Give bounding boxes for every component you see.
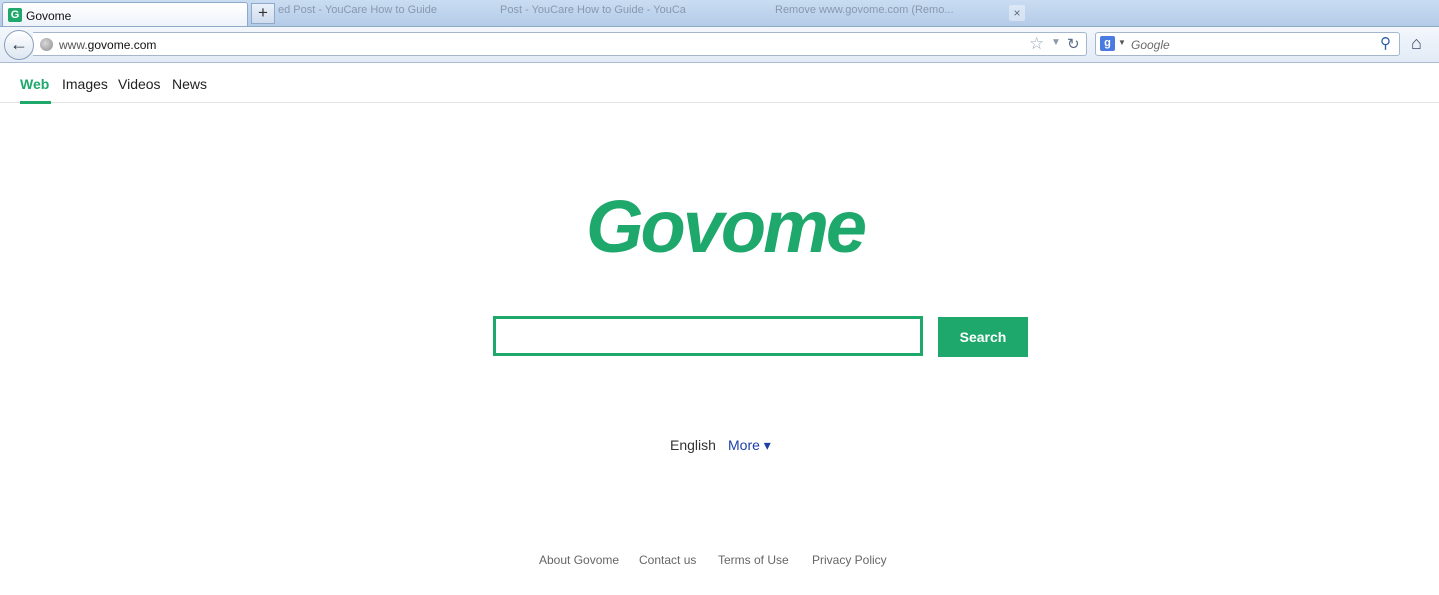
footer-link-contact[interactable]: Contact us [639, 553, 696, 567]
url-domain: govome.com [87, 38, 157, 52]
url-text[interactable]: www.govome.com [59, 38, 156, 52]
tab-strip: G Govome + ed Post - YouCare How to Guid… [0, 0, 1439, 27]
globe-icon [40, 38, 53, 51]
new-tab-button[interactable]: + [251, 3, 275, 24]
background-tab[interactable]: Post - YouCare How to Guide - YouCa [500, 4, 720, 24]
tab-news[interactable]: News [172, 76, 207, 92]
url-bar[interactable]: www.govome.com ☆ ▼ ↻ [33, 32, 1087, 56]
tab-govome[interactable]: G Govome [2, 2, 248, 26]
search-icon[interactable]: ⚲ [1380, 34, 1391, 52]
footer-link-terms[interactable]: Terms of Use [718, 553, 789, 567]
search-category-nav: Web Images Videos News [0, 63, 1439, 103]
search-input[interactable] [493, 316, 923, 356]
govome-logo: Govome [586, 185, 867, 268]
reload-icon[interactable]: ↻ [1067, 35, 1080, 53]
url-prefix: www. [59, 38, 88, 52]
navigation-bar: www.govome.com ☆ ▼ ↻ ← g ▼ Google ⚲ ⌂ [0, 27, 1439, 63]
home-icon[interactable]: ⌂ [1411, 33, 1422, 54]
tab-title: Govome [26, 9, 72, 23]
browser-search-bar[interactable]: g ▼ Google ⚲ [1095, 32, 1400, 56]
footer-link-privacy[interactable]: Privacy Policy [812, 553, 887, 567]
govome-favicon-icon: G [8, 8, 22, 22]
language-current: English [670, 437, 716, 453]
google-icon[interactable]: g [1100, 36, 1115, 51]
bookmark-star-icon[interactable]: ☆ [1029, 34, 1044, 54]
tab-videos[interactable]: Videos [118, 76, 161, 92]
background-tab[interactable]: ed Post - YouCare How to Guide [278, 4, 463, 24]
back-button[interactable]: ← [4, 30, 34, 60]
footer-link-about[interactable]: About Govome [539, 553, 619, 567]
active-tab-indicator [20, 101, 51, 104]
background-tab[interactable]: Remove www.govome.com (Remo... [775, 4, 985, 24]
search-button[interactable]: Search [938, 317, 1028, 357]
search-engine-placeholder: Google [1131, 38, 1170, 52]
tab-web[interactable]: Web [20, 76, 49, 92]
search-engine-dropdown-icon[interactable]: ▼ [1118, 38, 1126, 47]
tab-close-icon[interactable]: × [1009, 5, 1025, 21]
language-more-link[interactable]: More ▾ [728, 437, 771, 454]
url-history-dropdown-icon[interactable]: ▼ [1051, 37, 1061, 48]
tab-images[interactable]: Images [62, 76, 108, 92]
